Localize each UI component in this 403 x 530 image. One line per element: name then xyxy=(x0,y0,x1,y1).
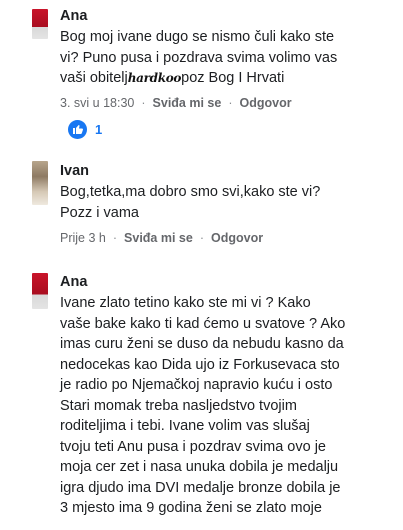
hardkoo-sticker: hardkoo xyxy=(127,71,182,85)
reaction-count: 1 xyxy=(95,121,103,137)
comment-timestamp[interactable]: 3. svi u 18:30 xyxy=(60,96,134,110)
comment-line: Stari momak treba nasljedstvo tvojim xyxy=(60,397,297,414)
comment-author[interactable]: Ivan xyxy=(60,163,89,179)
comment-text: Bog moj ivane dugo se nismo čuli kako st… xyxy=(60,27,400,89)
comment-line: je radio po Njemačkoj napravio kuću i os… xyxy=(60,377,333,393)
avatar[interactable] xyxy=(32,273,48,309)
like-button[interactable]: Sviđa mi se xyxy=(153,96,222,110)
separator-dot: · xyxy=(112,231,118,245)
comment-text: Ivane zlato tetino kako ste mi vi ? Kako… xyxy=(60,293,400,519)
comment-timestamp[interactable]: Prije 3 h xyxy=(60,231,106,245)
comment-line: imas curu ženi se duso da nebudu kasno d… xyxy=(60,336,344,352)
comment-line: 3 mjesto ima 9 godina ženi se zlato moje xyxy=(60,500,322,516)
avatar[interactable] xyxy=(32,161,48,205)
comment-line: vi? Puno pusa i pozdrava svima volimo va… xyxy=(60,49,338,66)
comment-line: nedocekas kao Dida ujo iz Forkusevaca st… xyxy=(60,356,340,373)
comment-line-start: vaši obitelj xyxy=(60,70,128,86)
comment-line: moja cer zet i nasa unuka dobila je meda… xyxy=(60,459,339,475)
thumbs-up-icon xyxy=(68,119,87,139)
reply-button[interactable]: Odgovor xyxy=(211,231,263,245)
comment-author[interactable]: Ana xyxy=(60,274,87,290)
comment-line: Bog,tetka,ma dobro smo svi,kako ste vi? xyxy=(60,184,321,200)
comment-line-tail: poz Bog I Hrvati xyxy=(181,70,285,86)
comment-text: Bog,tetka,ma dobro smo svi,kako ste vi? … xyxy=(60,182,400,223)
comment-ana-1: Ana Bog moj ivane dugo se nismo čuli kak… xyxy=(0,0,403,145)
comment-line: igra djudo ima DVI medalje bronze dobila… xyxy=(60,479,341,496)
comment-line: Ivane zlato tetino kako ste mi vi ? Kako xyxy=(60,295,311,311)
comment-ana-2: Ana Ivane zlato tetino kako ste mi vi ? … xyxy=(0,266,403,530)
reaction-summary[interactable]: 1 xyxy=(68,119,102,139)
comment-line: Pozz i vama xyxy=(60,204,139,221)
reply-button[interactable]: Odgovor xyxy=(240,96,292,110)
comment-line: vaše bake kako ti kad ćemo u svatove ? A… xyxy=(60,315,346,332)
avatar[interactable] xyxy=(32,9,48,39)
comment-line: vaši obiteljhardkoopoz Bog I Hrvati xyxy=(60,68,400,89)
comment-line: Bog moj ivane dugo se nismo čuli kako st… xyxy=(60,29,335,45)
separator-dot: · xyxy=(199,231,204,245)
like-button[interactable]: Sviđa mi se xyxy=(124,231,193,245)
comment-ivan: Ivan Bog,tetka,ma dobro smo svi,kako ste… xyxy=(0,155,403,255)
comment-line: tvoju teti Anu pusa i pozdrav svima ovo … xyxy=(60,438,326,455)
comment-meta: 3. svi u 18:30 · Sviđa mi se · Odgovor xyxy=(60,96,292,110)
comment-meta: Prije 3 h · Sviđa mi se · Odgovor xyxy=(60,231,263,245)
comment-line: roditeljima i tebi. Ivane volim vas sluš… xyxy=(60,418,310,434)
separator-dot: · xyxy=(228,96,233,110)
separator-dot: · xyxy=(141,96,146,110)
comment-author[interactable]: Ana xyxy=(60,8,87,24)
